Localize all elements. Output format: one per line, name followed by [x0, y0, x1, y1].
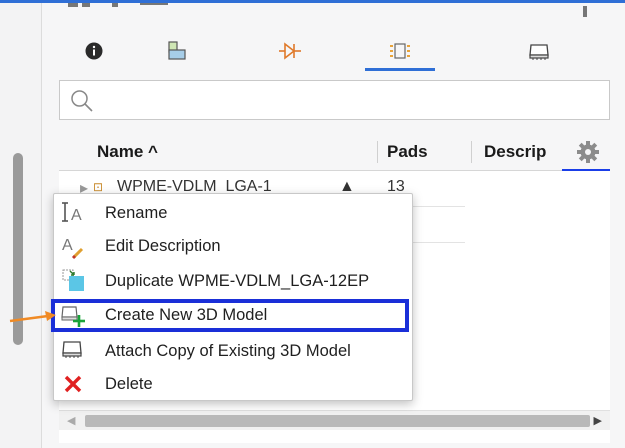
svg-text:A: A [71, 207, 82, 224]
component-icon [168, 41, 186, 60]
rename-icon: A [62, 202, 82, 224]
delete-icon [64, 375, 82, 393]
menu-item-label: Attach Copy of Existing 3D Model [105, 341, 351, 360]
edit-description-icon: A [62, 237, 84, 260]
clipped-toolbar [68, 3, 248, 15]
toolbar-fragment [68, 3, 78, 7]
tab-component[interactable] [142, 30, 212, 72]
3d-model-icon [529, 44, 549, 60]
pointer-arrow-icon [9, 311, 56, 323]
menu-item-attach-copy-3d-model[interactable]: Attach Copy of Existing 3D Model [54, 334, 412, 368]
tab-footprint[interactable] [365, 30, 435, 72]
footprint-icon [390, 43, 410, 59]
menu-item-rename[interactable]: A Rename [54, 196, 412, 230]
tab-schematic-symbol[interactable] [255, 30, 325, 72]
search-input[interactable] [59, 80, 610, 120]
scroll-right-icon[interactable]: ▶ [594, 414, 602, 427]
toolbar-fragment [140, 3, 168, 5]
footprint-row-icon: ⊡ [93, 180, 104, 194]
column-header-description[interactable]: Descrip [484, 133, 546, 171]
column-header-name[interactable]: Name ^ [97, 133, 158, 171]
menu-item-label: Rename [105, 203, 168, 222]
menu-item-delete[interactable]: Delete [54, 367, 412, 401]
schematic-symbol-icon [279, 42, 301, 60]
tab-3d-model[interactable] [504, 30, 574, 72]
panel-drag-handle[interactable] [583, 6, 587, 17]
menu-item-edit-description[interactable]: A Edit Description [54, 229, 412, 263]
horizontal-scrollbar[interactable]: ◀ ▶ [59, 410, 610, 430]
panel-tabs [59, 30, 610, 72]
search-icon [71, 90, 93, 112]
highlight-box [51, 299, 409, 332]
description-column-area [465, 171, 610, 443]
toolbar-fragment [82, 3, 90, 7]
tab-info[interactable] [59, 30, 129, 72]
gear-icon[interactable] [576, 140, 600, 164]
horizontal-scrollbar-thumb[interactable] [85, 415, 590, 427]
menu-item-duplicate[interactable]: Duplicate WPME-VDLM_LGA-12EP [54, 264, 412, 298]
left-gutter [0, 3, 42, 448]
menu-item-label: Duplicate WPME-VDLM_LGA-12EP [105, 271, 370, 290]
context-menu: A Rename A Edit Description Duplicate WP… [51, 193, 413, 401]
scroll-left-icon[interactable]: ◀ [67, 414, 75, 427]
column-divider[interactable] [471, 141, 472, 163]
attach-3d-model-icon [62, 341, 82, 358]
table-header: Name ^ Pads Descrip [59, 133, 610, 172]
svg-text:A: A [62, 237, 73, 254]
column-header-pads[interactable]: Pads [387, 133, 428, 171]
column-divider[interactable] [377, 141, 378, 163]
menu-item-create-new-3d-model[interactable]: Create New 3D Model [51, 298, 412, 332]
toolbar-fragment [112, 3, 118, 7]
duplicate-icon [62, 269, 84, 291]
menu-item-label: Edit Description [105, 236, 221, 255]
info-icon [85, 42, 103, 60]
menu-item-label: Delete [105, 374, 153, 393]
